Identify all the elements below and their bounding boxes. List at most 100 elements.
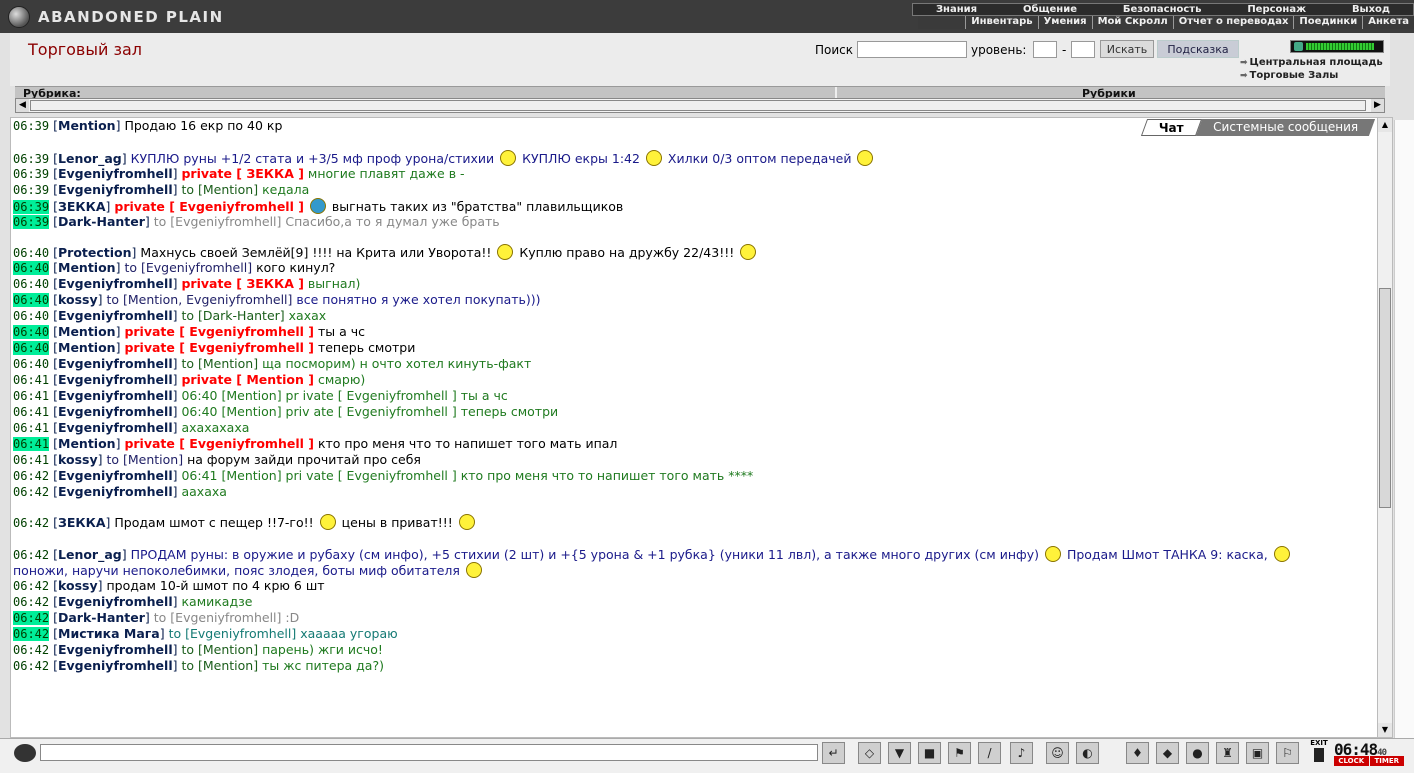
nick-name[interactable]: Mention bbox=[58, 260, 116, 275]
scroll-left-icon[interactable]: ◀ bbox=[16, 99, 29, 112]
message-time[interactable]: 06:42 bbox=[13, 485, 49, 499]
message-time[interactable]: 06:39 bbox=[13, 200, 50, 214]
message-nick[interactable]: [Mention] bbox=[53, 324, 120, 339]
message-nick[interactable]: [Evgeniyfromhell] bbox=[53, 388, 177, 403]
scroll-up-icon[interactable]: ▲ bbox=[1378, 118, 1392, 132]
message-time[interactable]: 06:39 bbox=[13, 167, 49, 181]
nick-name[interactable]: Evgeniyfromhell bbox=[58, 658, 173, 673]
submenu-skills[interactable]: Умения bbox=[1037, 16, 1092, 29]
location-trade-halls[interactable]: ➡ Торговые Залы bbox=[1240, 70, 1338, 81]
message-time[interactable]: 06:41 bbox=[13, 405, 49, 419]
nick-name[interactable]: ЗЕККА bbox=[58, 515, 106, 530]
music-icon[interactable]: ♪ bbox=[1010, 742, 1033, 764]
message-nick[interactable]: [ЗЕККА] bbox=[53, 199, 110, 214]
message-nick[interactable]: [Evgeniyfromhell] bbox=[53, 404, 177, 419]
message-time[interactable]: 06:40 bbox=[13, 293, 50, 307]
runner-icon[interactable]: ⚑ bbox=[948, 742, 971, 764]
private-target[interactable]: private [ Evgeniyfromhell ] bbox=[124, 340, 314, 355]
search-input[interactable] bbox=[857, 41, 967, 58]
flag-icon[interactable]: ⚐ bbox=[1276, 742, 1299, 764]
lantern-icon[interactable]: ♜ bbox=[1216, 742, 1239, 764]
message-time[interactable]: 06:39 bbox=[13, 183, 49, 197]
menu-communication[interactable]: Общение bbox=[1019, 4, 1081, 15]
nick-name[interactable]: Evgeniyfromhell bbox=[58, 594, 173, 609]
message-nick[interactable]: [Evgeniyfromhell] bbox=[53, 372, 177, 387]
location-central-square[interactable]: ➡ Центральная площадь bbox=[1240, 57, 1390, 68]
save-icon[interactable]: ■ bbox=[918, 742, 941, 764]
tab-system-messages[interactable]: Системные сообщения bbox=[1195, 119, 1376, 136]
hint-button[interactable]: Подсказка bbox=[1157, 40, 1239, 58]
message-time[interactable]: 06:41 bbox=[13, 437, 50, 451]
message-nick[interactable]: [Dark-Hanter] bbox=[53, 610, 150, 625]
lock-icon[interactable]: ▣ bbox=[1246, 742, 1269, 764]
message-time[interactable]: 06:39 bbox=[13, 119, 49, 133]
message-nick[interactable]: [Мистика Мага] bbox=[53, 626, 165, 641]
private-target[interactable]: private [ Mention ] bbox=[181, 372, 313, 387]
to-target[interactable]: to [Mention] bbox=[106, 452, 183, 467]
horizontal-scrollbar[interactable]: ◀ ▶ bbox=[15, 98, 1385, 113]
message-time[interactable]: 06:42 bbox=[13, 595, 49, 609]
message-time[interactable]: 06:42 bbox=[13, 627, 50, 641]
message-nick[interactable]: [Mention] bbox=[53, 118, 120, 133]
nick-name[interactable]: ЗЕККА bbox=[58, 199, 106, 214]
nick-name[interactable]: Evgeniyfromhell bbox=[58, 642, 173, 657]
submenu-transfer-report[interactable]: Отчет о переводах bbox=[1172, 16, 1294, 29]
message-time[interactable]: 06:42 bbox=[13, 516, 49, 530]
nick-name[interactable]: Protection bbox=[58, 245, 132, 260]
smile-icon[interactable]: ☺ bbox=[1046, 742, 1069, 764]
message-nick[interactable]: [Dark-Hanter] bbox=[53, 214, 150, 229]
nick-name[interactable]: Evgeniyfromhell bbox=[58, 308, 173, 323]
message-time[interactable]: 06:41 bbox=[13, 389, 49, 403]
nick-name[interactable]: Dark-Hanter bbox=[58, 610, 145, 625]
message-nick[interactable]: [Evgeniyfromhell] bbox=[53, 468, 177, 483]
nick-name[interactable]: Mention bbox=[58, 340, 116, 355]
enter-icon[interactable]: ↵ bbox=[822, 742, 845, 764]
message-nick[interactable]: [Evgeniyfromhell] bbox=[53, 182, 177, 197]
menu-knowledge[interactable]: Знания bbox=[932, 4, 981, 15]
nick-name[interactable]: Lenor_ag bbox=[58, 547, 122, 562]
submenu-my-scroll[interactable]: Мой Скролл bbox=[1091, 16, 1173, 29]
message-time[interactable]: 06:42 bbox=[13, 659, 49, 673]
message-time[interactable]: 06:40 bbox=[13, 246, 49, 260]
message-time[interactable]: 06:41 bbox=[13, 453, 49, 467]
message-nick[interactable]: [Protection] bbox=[53, 245, 136, 260]
message-time[interactable]: 06:41 bbox=[13, 421, 49, 435]
clock-mode-timer[interactable]: TIMER bbox=[1369, 756, 1404, 766]
nick-name[interactable]: Mention bbox=[58, 118, 116, 133]
to-target[interactable]: to [Mention] bbox=[181, 642, 258, 657]
exit-icon[interactable]: EXIT bbox=[1308, 739, 1330, 765]
submenu-inventory[interactable]: Инвентарь bbox=[965, 16, 1037, 29]
message-nick[interactable]: [Mention] bbox=[53, 340, 120, 355]
message-time[interactable]: 06:42 bbox=[13, 469, 49, 483]
message-time[interactable]: 06:42 bbox=[13, 611, 50, 625]
menu-character[interactable]: Персонаж bbox=[1243, 4, 1310, 15]
message-time[interactable]: 06:42 bbox=[13, 643, 49, 657]
nick-name[interactable]: Evgeniyfromhell bbox=[58, 468, 173, 483]
nick-name[interactable]: Evgeniyfromhell bbox=[58, 276, 173, 291]
message-time[interactable]: 06:40 bbox=[13, 277, 49, 291]
message-time[interactable]: 06:40 bbox=[13, 325, 50, 339]
scroll-icon[interactable]: ◆ bbox=[1156, 742, 1179, 764]
nick-name[interactable]: Mention bbox=[58, 436, 116, 451]
filter-icon[interactable]: ▼ bbox=[888, 742, 911, 764]
private-target[interactable]: private [ Evgeniyfromhell ] bbox=[124, 436, 314, 451]
nick-name[interactable]: Мистика Мага bbox=[58, 626, 160, 641]
nick-name[interactable]: Evgeniyfromhell bbox=[58, 420, 173, 435]
private-target[interactable]: private [ Evgeniyfromhell ] bbox=[124, 324, 314, 339]
message-time[interactable]: 06:41 bbox=[13, 373, 49, 387]
message-nick[interactable]: [Lenor_ag] bbox=[53, 547, 127, 562]
message-time[interactable]: 06:42 bbox=[13, 579, 49, 593]
tab-chat[interactable]: Чат bbox=[1141, 119, 1203, 136]
private-target[interactable]: private [ ЗЕККА ] bbox=[181, 276, 303, 291]
to-target[interactable]: to [Evgeniyfromhell] bbox=[124, 260, 252, 275]
helmet-icon[interactable]: ◐ bbox=[1076, 742, 1099, 764]
chat-input[interactable] bbox=[40, 744, 818, 761]
message-nick[interactable]: [Evgeniyfromhell] bbox=[53, 166, 177, 181]
clock-mode-clock[interactable]: CLOCK bbox=[1334, 756, 1369, 766]
message-nick[interactable]: [kossy] bbox=[53, 292, 102, 307]
message-time[interactable]: 06:40 bbox=[13, 341, 50, 355]
private-target[interactable]: private [ ЗЕККА ] bbox=[181, 166, 303, 181]
level-max-input[interactable] bbox=[1071, 41, 1095, 58]
to-target[interactable]: to [Mention] bbox=[181, 658, 258, 673]
search-button[interactable]: Искать bbox=[1100, 40, 1154, 58]
